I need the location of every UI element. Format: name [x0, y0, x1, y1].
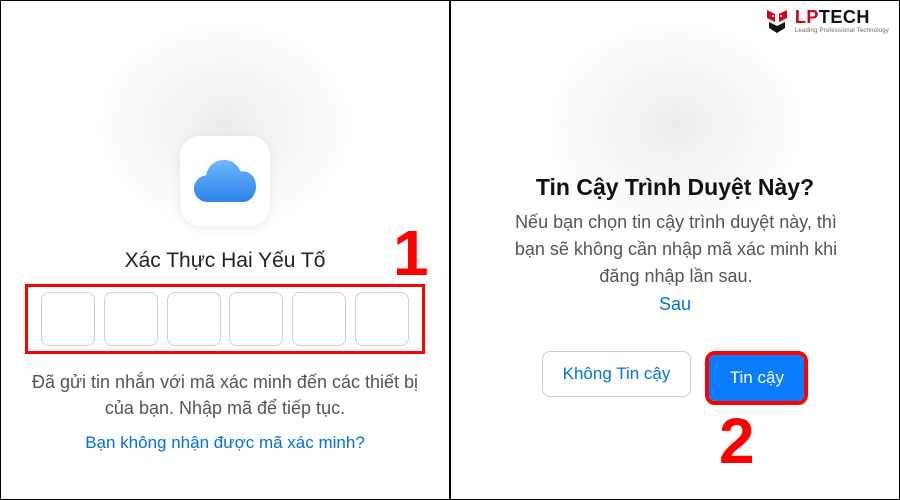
- brand-name: LPTECH: [795, 8, 889, 26]
- code-digit-5[interactable]: [292, 292, 346, 346]
- brand-name-accent: LP: [795, 7, 819, 27]
- code-digit-2[interactable]: [104, 292, 158, 346]
- two-factor-title: Xác Thực Hai Yếu Tố: [1, 249, 449, 273]
- trust-browser-description: Nếu bạn chọn tin cậy trình duyệt này, th…: [501, 209, 851, 290]
- code-digit-6[interactable]: [355, 292, 409, 346]
- code-digit-4[interactable]: [229, 292, 283, 346]
- brand-name-rest: TECH: [819, 7, 870, 27]
- icloud-app-icon: [180, 136, 270, 226]
- annotation-number-2: 2: [719, 404, 755, 478]
- brand-logo: LPTECH Leading Professional Technology: [765, 8, 889, 34]
- trust-button[interactable]: Tin cậy: [709, 355, 804, 401]
- code-digit-3[interactable]: [167, 292, 221, 346]
- verification-code-inputs: [25, 284, 425, 354]
- code-digit-1[interactable]: [41, 292, 95, 346]
- tutorial-container: Xác Thực Hai Yếu Tố Đã gửi tin nhắn với …: [0, 0, 900, 500]
- later-link[interactable]: Sau: [451, 294, 899, 315]
- panel-trust-browser: LPTECH Leading Professional Technology T…: [451, 1, 899, 499]
- trust-button-row: Không Tin cậy Tin cậy: [451, 351, 899, 405]
- trust-button-highlight: Tin cậy: [705, 351, 808, 405]
- annotation-number-1: 1: [393, 216, 429, 290]
- brand-tagline: Leading Professional Technology: [795, 28, 889, 34]
- brand-text: LPTECH Leading Professional Technology: [795, 8, 889, 34]
- background-glow: [535, 11, 815, 241]
- two-factor-description: Đã gửi tin nhắn với mã xác minh đến các …: [31, 369, 419, 421]
- panel-two-factor: Xác Thực Hai Yếu Tố Đã gửi tin nhắn với …: [1, 1, 449, 499]
- brand-mark-icon: [765, 8, 789, 34]
- didnt-get-code-link[interactable]: Bạn không nhận được mã xác minh?: [1, 433, 449, 453]
- cloud-icon: [194, 160, 256, 202]
- dont-trust-button[interactable]: Không Tin cậy: [542, 351, 692, 397]
- trust-browser-title: Tin Cậy Trình Duyệt Này?: [451, 174, 899, 201]
